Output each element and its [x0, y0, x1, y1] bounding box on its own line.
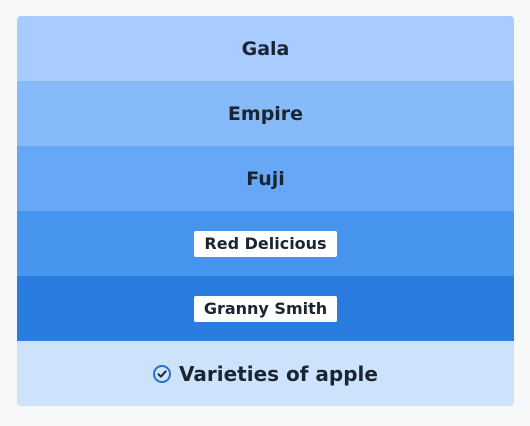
list-item-label-badge: Granny Smith — [193, 295, 338, 322]
list-item-label-badge: Red Delicious — [194, 230, 337, 257]
list-footer: Varieties of apple — [17, 341, 514, 406]
list-item-label: Empire — [227, 102, 304, 125]
list-item-empire: Empire — [17, 81, 514, 146]
apple-varieties-panel: Gala Empire Fuji Red Delicious Granny Sm… — [17, 16, 514, 406]
check-circle-icon — [153, 364, 172, 383]
list-item-red-delicious: Red Delicious — [17, 211, 514, 276]
list-item-gala: Gala — [17, 16, 514, 81]
list-item-fuji: Fuji — [17, 146, 514, 211]
list-item-label: Fuji — [246, 167, 285, 190]
list-item-label: Gala — [241, 37, 290, 60]
footer-title: Varieties of apple — [179, 361, 378, 386]
list-item-granny-smith: Granny Smith — [17, 276, 514, 341]
